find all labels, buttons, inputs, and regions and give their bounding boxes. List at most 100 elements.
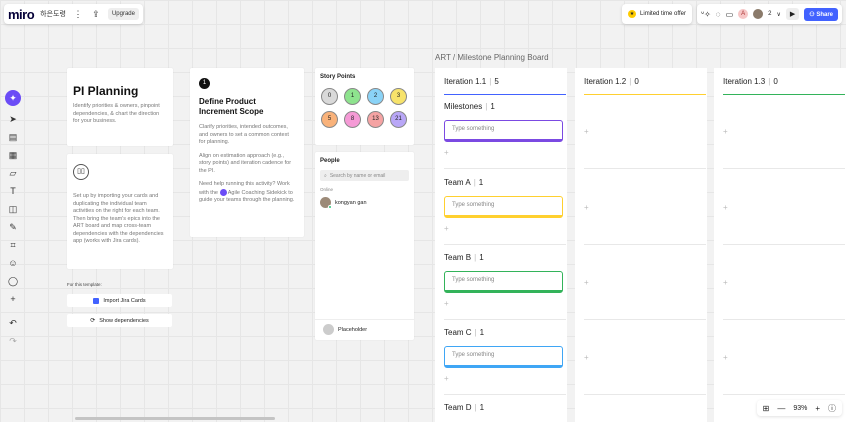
- people-search-input[interactable]: ⌕ Search by name or email: [320, 170, 409, 181]
- video-icon[interactable]: ▭: [726, 10, 734, 19]
- add-card-icon[interactable]: +: [723, 353, 728, 362]
- add-card-icon[interactable]: +: [584, 203, 589, 212]
- row-label: Team C | 1: [444, 328, 484, 337]
- share-button[interactable]: ⚇ Share: [804, 7, 838, 21]
- separator: |: [473, 178, 476, 187]
- iteration-header[interactable]: Iteration 1.3 | 0: [723, 77, 778, 86]
- zoom-out-icon[interactable]: —: [777, 404, 785, 413]
- redo-icon[interactable]: ↷: [6, 335, 20, 348]
- undo-icon[interactable]: ↶: [6, 317, 20, 330]
- present-icon[interactable]: ▶: [785, 8, 800, 20]
- upgrade-button[interactable]: Upgrade: [107, 8, 139, 20]
- add-icon[interactable]: +: [6, 293, 20, 306]
- zoom-in-icon[interactable]: +: [815, 404, 820, 413]
- story-point-13[interactable]: 13: [367, 111, 384, 128]
- frame-icon[interactable]: ▦: [6, 149, 20, 162]
- board-name[interactable]: 하은도령: [40, 9, 66, 19]
- topbar-left: miro 하은도령 ⋮ ⇪ Upgrade: [4, 4, 143, 24]
- step-paragraph-3: Need help running this activity? Work wi…: [199, 181, 295, 204]
- help-icon[interactable]: ⓘ: [828, 403, 836, 414]
- placeholder-row[interactable]: Placeholder: [323, 324, 367, 335]
- select-icon[interactable]: ➤: [6, 113, 20, 126]
- collaborator-avatar[interactable]: [753, 9, 764, 19]
- iteration-color-line: [723, 94, 845, 95]
- add-card-icon[interactable]: +: [723, 278, 728, 287]
- crop-frame-icon[interactable]: ⌗: [6, 239, 20, 252]
- row-divider: [444, 168, 566, 169]
- setup-card: ▯▯ Set up by importing your cards and du…: [67, 154, 173, 269]
- row-name: Milestones: [444, 102, 483, 111]
- add-card-icon[interactable]: +: [444, 224, 449, 233]
- row-divider: [444, 244, 566, 245]
- iteration-header[interactable]: Iteration 1.2 | 0: [584, 77, 639, 86]
- type-something-input[interactable]: Type something: [444, 346, 563, 368]
- zoom-level[interactable]: 93%: [793, 405, 807, 412]
- row-name: Team B: [444, 253, 472, 262]
- iteration-count: 5: [494, 77, 499, 86]
- text-icon[interactable]: T: [6, 185, 20, 198]
- jira-checkbox-icon: [93, 297, 100, 304]
- row-count: 1: [479, 403, 485, 412]
- iteration-count: 0: [773, 77, 778, 86]
- row-count: 1: [479, 328, 485, 337]
- limited-offer-button[interactable]: ★ Limited time offer: [622, 4, 692, 24]
- placeholder-label: Placeholder: [338, 326, 368, 333]
- add-card-icon[interactable]: +: [584, 127, 589, 136]
- map-icon[interactable]: ⊞: [763, 404, 770, 413]
- add-card-icon[interactable]: +: [444, 374, 449, 383]
- emoji-icon[interactable]: ☺: [6, 257, 20, 270]
- story-point-5[interactable]: 5: [321, 111, 338, 128]
- iteration-name: Iteration 1.3: [723, 77, 766, 86]
- person-row[interactable]: kongyan gan: [320, 197, 409, 209]
- story-point-1[interactable]: 1: [344, 88, 361, 105]
- online-status-icon: [328, 205, 332, 209]
- type-something-input[interactable]: Type something: [444, 271, 563, 293]
- type-something-input[interactable]: Type something: [444, 196, 563, 218]
- add-card-icon[interactable]: +: [444, 299, 449, 308]
- export-icon[interactable]: ⇪: [90, 9, 102, 20]
- horizontal-scrollbar[interactable]: [75, 417, 275, 420]
- user-avatar[interactable]: A: [738, 9, 749, 19]
- more-menu-icon[interactable]: ⋮: [72, 9, 84, 20]
- story-point-2[interactable]: 2: [367, 88, 384, 105]
- add-card-icon[interactable]: +: [723, 203, 728, 212]
- row-label: Team A | 1: [444, 178, 483, 187]
- show-dependencies-label: Show dependencies: [99, 317, 149, 324]
- iteration-header[interactable]: Iteration 1.1 | 5: [444, 77, 499, 86]
- row-name: Team C: [444, 328, 472, 337]
- show-dependencies-button[interactable]: ⟳ Show dependencies: [67, 314, 172, 327]
- pen-icon[interactable]: ✎: [6, 221, 20, 234]
- row-count: 1: [478, 178, 484, 187]
- add-card-icon[interactable]: +: [584, 278, 589, 287]
- ai-sparkle-icon[interactable]: ✦: [5, 90, 21, 106]
- collab-toolbar: ᐡ✧ ◌ ▭ A 2 ∨ ▶ ⚇ Share: [696, 4, 842, 24]
- row-count: 1: [479, 253, 484, 262]
- topbar-right: ★ Limited time offer ᐡ✧ ◌ ▭ A 2 ∨ ▶ ⚇ Sh…: [622, 4, 842, 24]
- separator: |: [474, 403, 477, 412]
- story-points-grid: 0 1 2 3 5 8 13 21: [320, 88, 409, 128]
- sticky-note-icon[interactable]: ▱: [6, 167, 20, 180]
- online-label: Online: [320, 187, 334, 192]
- import-jira-button[interactable]: Import Jira Cards: [67, 294, 172, 307]
- row-label: Team B | 1: [444, 253, 484, 262]
- add-card-icon[interactable]: +: [444, 148, 449, 157]
- comment-tool-icon[interactable]: ◯: [6, 275, 20, 288]
- story-points-title: Story Points: [320, 74, 356, 80]
- shapes-icon[interactable]: ◫: [6, 203, 20, 216]
- add-card-icon[interactable]: +: [723, 127, 728, 136]
- story-point-3[interactable]: 3: [390, 88, 407, 105]
- iteration-column-1: Iteration 1.1 | 5 Milestones | 1 Type somethin…: [435, 68, 567, 422]
- chevron-down-icon[interactable]: ∨: [776, 11, 780, 18]
- templates-icon[interactable]: ▤: [6, 131, 20, 144]
- story-point-0[interactable]: 0: [321, 88, 338, 105]
- user-count[interactable]: 2: [768, 11, 771, 17]
- intro-card: PI Planning Identify priorities & owners…: [67, 68, 173, 146]
- story-point-8[interactable]: 8: [344, 111, 361, 128]
- type-something-input[interactable]: Type something: [444, 120, 563, 142]
- story-point-21[interactable]: 21: [390, 111, 407, 128]
- add-card-icon[interactable]: +: [584, 353, 589, 362]
- comment-icon[interactable]: ◌: [716, 10, 721, 19]
- miro-logo[interactable]: miro: [8, 7, 35, 22]
- reactions-icon[interactable]: ᐡ✧: [701, 10, 711, 19]
- step-title: Define Product Increment Scope: [199, 97, 264, 116]
